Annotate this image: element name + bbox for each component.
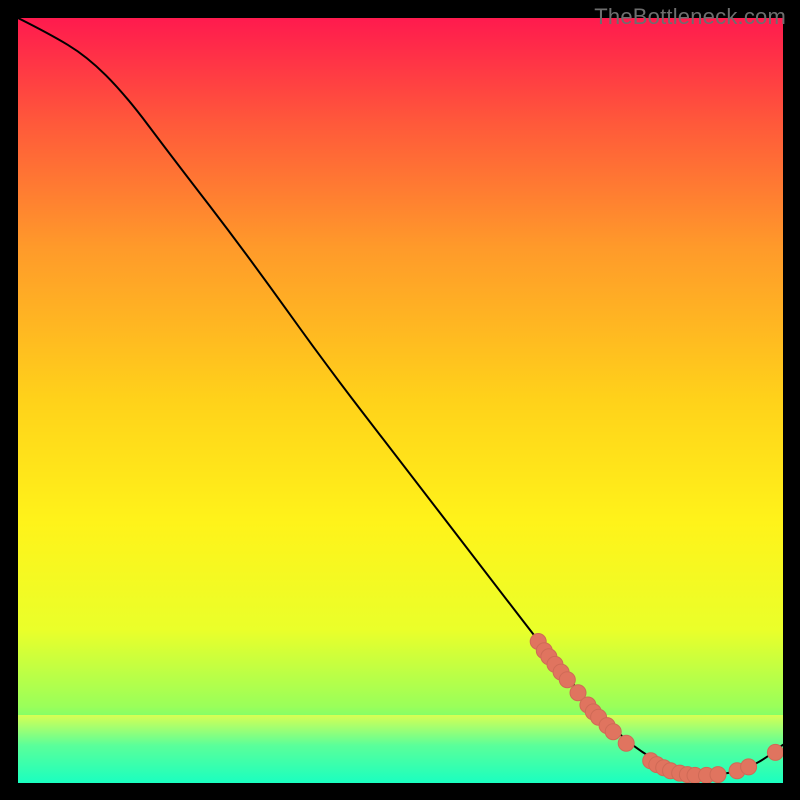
- data-dot: [605, 724, 621, 740]
- watermark-label: TheBottleneck.com: [594, 4, 786, 30]
- gradient-background: [18, 18, 783, 783]
- data-dot: [710, 767, 726, 783]
- data-dot: [618, 735, 634, 751]
- chart-stage: TheBottleneck.com: [0, 0, 800, 800]
- data-dot: [767, 744, 783, 760]
- data-dot: [741, 759, 757, 775]
- data-dot: [559, 672, 575, 688]
- bottleneck-chart: [18, 18, 783, 783]
